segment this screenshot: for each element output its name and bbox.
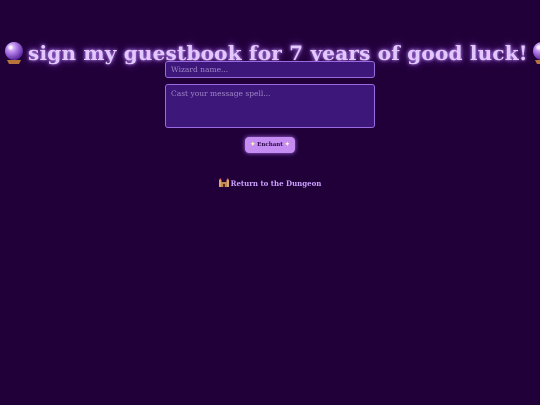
return-to-dungeon-link[interactable]: Return to the Dungeon bbox=[0, 178, 540, 188]
enchant-button-label: Enchant bbox=[257, 142, 283, 148]
sparkles-icon: ✦ bbox=[284, 141, 290, 148]
castle-icon bbox=[218, 178, 229, 187]
return-link-label: Return to the Dungeon bbox=[230, 179, 322, 188]
enchant-button[interactable]: ✦ Enchant ✦ bbox=[245, 137, 295, 153]
message-textarea[interactable] bbox=[165, 84, 375, 128]
crystal-ball-icon bbox=[5, 42, 23, 65]
wizard-name-input[interactable] bbox=[165, 61, 375, 78]
sparkles-icon: ✦ bbox=[250, 141, 256, 148]
crystal-ball-icon bbox=[532, 42, 540, 65]
